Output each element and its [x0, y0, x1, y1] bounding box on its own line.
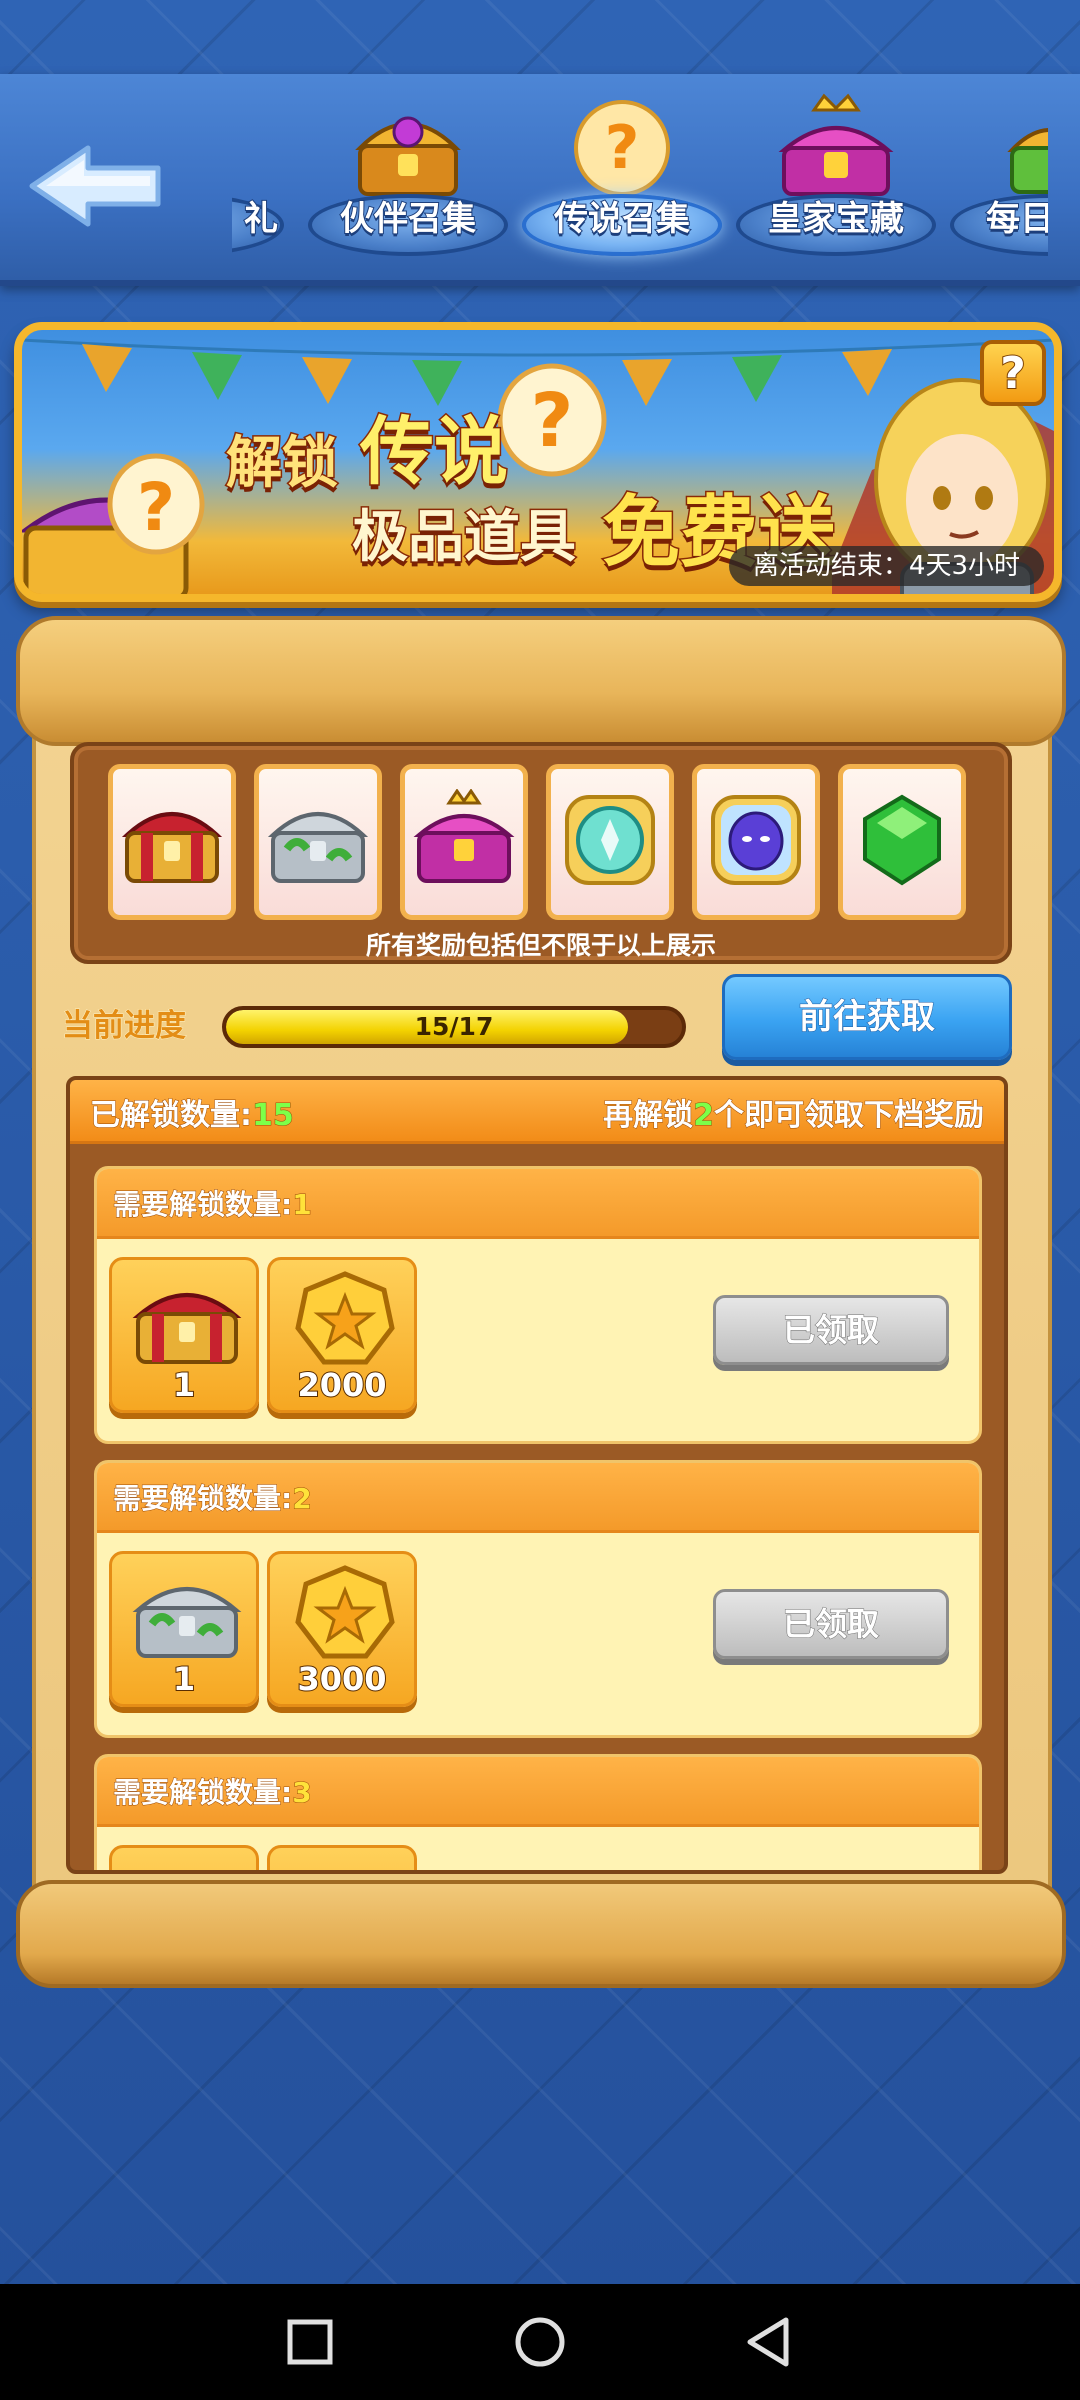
recents-square-icon[interactable]: [282, 2314, 338, 2370]
unlocked-header: 已解锁数量:15 再解锁2个即可领取下档奖励: [70, 1080, 1004, 1144]
preview-caption: 所有奖励包括但不限于以上展示: [365, 931, 716, 960]
reward-qty: 3000: [296, 1659, 387, 1699]
preview-item-blue-mask[interactable]: [692, 764, 820, 920]
gold-coin-icon: [295, 1565, 395, 1659]
question-egg-icon: ?: [497, 363, 607, 477]
top-tab-bar: 礼 伙伴召集 ? 传说召集 皇家宝藏 每日: [0, 74, 1080, 286]
tab-gift[interactable]: 礼: [232, 74, 284, 274]
gift-icon: [232, 90, 246, 200]
progress-text: 15/17: [414, 1012, 494, 1041]
gold-coin-icon: [295, 1271, 395, 1365]
tier-num: 3: [292, 1776, 313, 1810]
tier-num: 1: [292, 1188, 313, 1222]
tab-label: 礼: [243, 198, 279, 240]
claimed-button[interactable]: 已领取: [713, 1589, 949, 1659]
preview-item-red-chest[interactable]: [108, 764, 236, 920]
home-circle-icon[interactable]: [512, 2314, 568, 2370]
go-obtain-button[interactable]: 前往获取: [722, 974, 1012, 1060]
tab-label: 伙伴召集: [339, 198, 477, 240]
preview-item-teal-badge[interactable]: [546, 764, 674, 920]
progress-bar: 15/17: [222, 1006, 686, 1048]
preview-item-purple-chest[interactable]: [400, 764, 528, 920]
teal-badge-icon: [565, 795, 655, 885]
tier-label: 需要解锁数量:: [112, 1482, 293, 1516]
svg-text:?: ?: [605, 113, 640, 183]
reward-preview-box: 所有奖励包括但不限于以上展示: [70, 742, 1012, 964]
svg-text:?: ?: [137, 469, 175, 546]
banner-title-items: 极品道具: [351, 504, 578, 572]
system-navigation-bar: [0, 2284, 1080, 2400]
tab-label: 每日: [985, 198, 1048, 240]
hint-num: 2: [693, 1098, 715, 1134]
svg-text:?: ?: [531, 378, 574, 464]
hint-prefix: 再解锁: [603, 1098, 694, 1134]
reward-qty: 1: [172, 1659, 196, 1699]
reward-item[interactable]: 2000: [267, 1257, 417, 1413]
preview-item-green-gem[interactable]: [838, 764, 966, 920]
tier-list-frame: 已解锁数量:15 再解锁2个即可领取下档奖励 需要解锁数量:1 1 2000 已…: [66, 1076, 1008, 1874]
tab-royal-treasure[interactable]: 皇家宝藏: [736, 74, 936, 274]
reward-qty: 1: [172, 1365, 196, 1405]
tab-legend-summon[interactable]: ? 传说召集: [522, 74, 722, 274]
reward-item[interactable]: [267, 1845, 417, 1870]
tier-label: 需要解锁数量:: [112, 1776, 293, 1810]
tab-label: 传说召集: [553, 198, 691, 240]
back-triangle-icon[interactable]: [742, 2314, 798, 2370]
unlocked-prefix: 已解锁数量:: [90, 1098, 253, 1134]
reward-item[interactable]: 3000: [267, 1551, 417, 1707]
reward-qty: 2000: [296, 1365, 387, 1405]
tab-label: 皇家宝藏: [767, 198, 905, 240]
reward-item[interactable]: 1: [109, 1257, 259, 1413]
silver-chest-icon: [132, 1587, 242, 1658]
event-timer: 离活动结束：4天3小时: [728, 546, 1044, 586]
tier-list[interactable]: 需要解锁数量:1 1 2000 已领取 需要解锁数量:2 1 3000 已领取 …: [70, 1144, 1004, 1870]
tier-header: 需要解锁数量:1: [97, 1169, 979, 1239]
tier-card: 需要解锁数量:1 1 2000 已领取: [94, 1166, 982, 1444]
blue-mask-icon: [711, 795, 801, 885]
red-chest-icon: [121, 812, 223, 883]
silver-chest-icon: [267, 812, 369, 883]
red-chest-icon: [132, 1293, 242, 1364]
progress-label: 当前进度: [62, 1008, 187, 1045]
unlocked-count: 15: [252, 1098, 295, 1134]
preview-item-silver-chest[interactable]: [254, 764, 382, 920]
claimed-button[interactable]: 已领取: [713, 1295, 949, 1365]
tier-header: 需要解锁数量:2: [97, 1463, 979, 1533]
tabs-strip: 礼 伙伴召集 ? 传说召集 皇家宝藏 每日: [232, 74, 1048, 286]
tier-header: 需要解锁数量:3: [97, 1757, 979, 1827]
daily-chest-icon: [1007, 128, 1048, 194]
treasure-chest-icon: [355, 116, 461, 196]
next-tier-hint: 再解锁2个即可领取下档奖励: [603, 1090, 985, 1134]
tier-label: 需要解锁数量:: [112, 1188, 293, 1222]
banner-title-unlock: 解锁: [225, 430, 340, 498]
unlocked-count-text: 已解锁数量:15: [90, 1090, 295, 1134]
reward-item[interactable]: 1: [109, 1551, 259, 1707]
tab-daily[interactable]: 每日: [950, 74, 1048, 274]
back-arrow-icon[interactable]: [26, 140, 166, 232]
royal-chest-icon: [778, 93, 894, 196]
scroll-roll-bottom: [16, 1880, 1066, 1988]
question-egg-icon: ?: [574, 100, 670, 196]
purple-chest-icon: [413, 789, 515, 883]
reward-item[interactable]: [109, 1845, 259, 1870]
tier-num: 2: [292, 1482, 313, 1516]
tier-card: 需要解锁数量:3: [94, 1754, 982, 1870]
chest-question-icon: ?: [22, 453, 205, 594]
scroll-roll-top: [16, 616, 1066, 746]
banner-title-legend: 传说: [359, 408, 510, 497]
tab-partner-summon[interactable]: 伙伴召集: [308, 74, 508, 274]
help-button[interactable]: ?: [980, 340, 1046, 406]
green-gem-icon: [863, 794, 941, 886]
event-banner: ? ? 解锁 传说 极品道具 免费送 ? 离活动结束：4天3小时: [14, 322, 1062, 602]
tier-card: 需要解锁数量:2 1 3000 已领取: [94, 1460, 982, 1738]
hint-suffix: 个即可领取下档奖励: [714, 1098, 985, 1134]
